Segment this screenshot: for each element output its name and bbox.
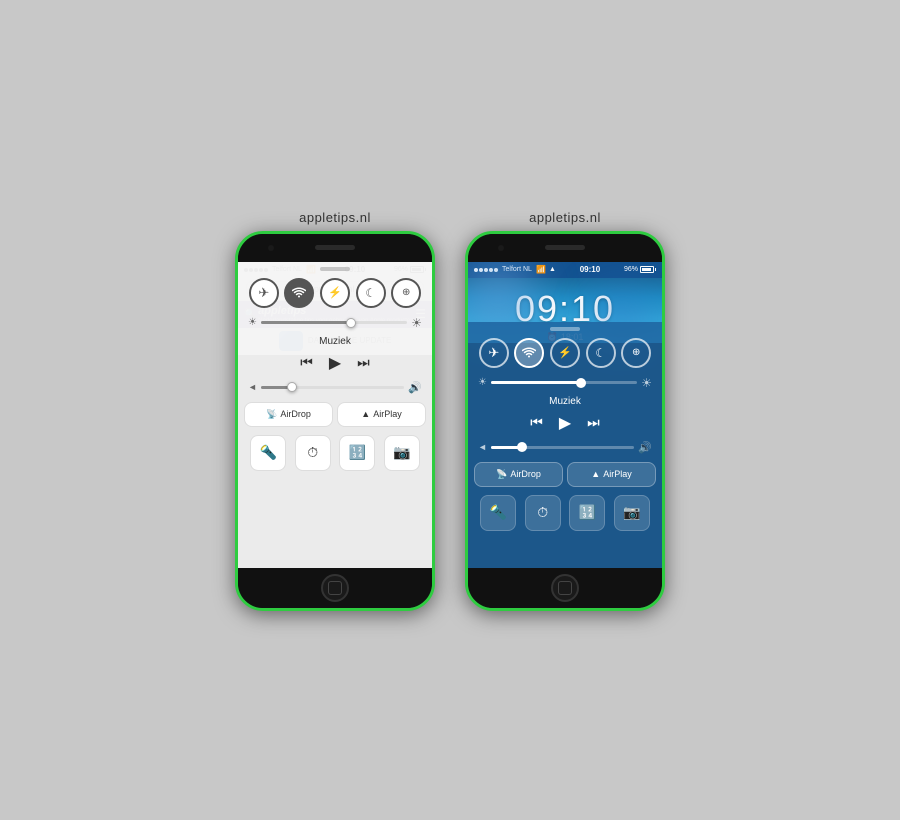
front-camera	[268, 245, 274, 251]
r-cc-brightness-row: ☀ ☀	[468, 372, 662, 394]
bluetooth-toggle-btn[interactable]: ⚡	[320, 278, 350, 308]
cc-toggles: ✈ ⚡ ☾ ⊕	[238, 278, 432, 312]
left-screen: Telfort NL 📶 09:10 96%	[238, 262, 432, 568]
r-play-btn[interactable]: ▶	[559, 413, 571, 433]
r-cc-music-controls: ⏮ ▶ ⏭	[478, 411, 652, 435]
cc-music-label: Muziek	[248, 336, 422, 347]
r-forward-btn[interactable]: ⏭	[587, 414, 600, 431]
right-phone-top-bezel	[468, 234, 662, 262]
r-brightness-thumb[interactable]	[576, 378, 586, 388]
control-center-dark[interactable]: ✈ ⚡ ☾ ⊕ ☀	[468, 322, 662, 568]
home-button-inner	[328, 581, 342, 595]
cc-brightness-row: ☀ ☀	[238, 312, 432, 334]
r-do-not-disturb-btn[interactable]: ☾	[586, 338, 616, 368]
r-rewind-btn[interactable]: ⏮	[530, 414, 543, 431]
r-rotation-lock-btn[interactable]: ⊕	[621, 338, 651, 368]
brightness-thumb[interactable]	[346, 318, 356, 328]
r-volume-slider[interactable]	[491, 446, 634, 449]
right-phone: Telfort NL 📶 ▲ 09:10 96%	[465, 231, 665, 611]
r-status-time: 09:10	[580, 265, 600, 274]
r-battery-percent: 96%	[624, 266, 638, 273]
right-speaker	[545, 245, 585, 250]
right-volume-buttons	[465, 294, 467, 328]
r-airplane-mode-btn[interactable]: ✈	[479, 338, 509, 368]
right-brand-label: appletips.nl	[529, 210, 601, 225]
left-phone: Telfort NL 📶 09:10 96%	[235, 231, 435, 611]
r-sleep-wake-btn[interactable]	[663, 314, 665, 334]
r-volume-down-btn[interactable]	[465, 314, 467, 328]
right-phone-wrapper: appletips.nl	[465, 210, 665, 611]
right-screen: Telfort NL 📶 ▲ 09:10 96%	[468, 262, 662, 568]
r-cc-music-label: Muziek	[478, 396, 652, 407]
r-volume-thumb[interactable]	[517, 442, 527, 452]
right-phone-bottom	[468, 568, 662, 608]
r-wifi-toggle-btn[interactable]	[514, 338, 544, 368]
r-volume-low-icon: ◄	[478, 442, 487, 452]
r-cc-handle	[550, 327, 580, 331]
r-flashlight-btn[interactable]: 🔦	[480, 495, 516, 531]
r-timer-btn[interactable]: ⏱	[525, 495, 561, 531]
r-airdrop-btn[interactable]: 📡 AirDrop	[474, 462, 563, 487]
do-not-disturb-btn[interactable]: ☾	[356, 278, 386, 308]
home-button-right[interactable]	[551, 574, 579, 602]
rotation-lock-btn[interactable]: ⊕	[391, 278, 421, 308]
play-btn[interactable]: ▶	[329, 353, 341, 355]
r-airdrop-icon: 📡	[496, 469, 507, 480]
cc-music-controls: ⏮ ▶ ⏭	[248, 351, 422, 355]
r-gps-icon: ▲	[549, 266, 556, 273]
brightness-high-icon: ☀	[411, 316, 422, 330]
r-volume-up-btn[interactable]	[465, 294, 467, 308]
r-brightness-fill	[491, 381, 579, 384]
r-calculator-icon: 🔢	[579, 504, 596, 521]
r-volume-high-icon: 🔊	[638, 441, 652, 454]
browser-content: appletips.nl ↻ 🔍 appletips Nederlandstal…	[238, 278, 432, 355]
r-airplay-label: AirPlay	[603, 469, 632, 479]
r-cc-music-section: Muziek ⏮ ▶ ⏭	[468, 394, 662, 439]
r-brightness-slider[interactable]	[491, 381, 637, 384]
rewind-btn[interactable]: ⏮	[300, 354, 313, 355]
r-brightness-high-icon: ☀	[641, 376, 652, 390]
r-camera-btn[interactable]: 📷	[614, 495, 650, 531]
r-cc-volume-row: ◄ 🔊	[468, 439, 662, 458]
r-airplay-icon: ▲	[591, 469, 600, 479]
brightness-fill	[261, 321, 349, 324]
left-phone-bottom	[238, 568, 432, 608]
r-calculator-btn[interactable]: 🔢	[569, 495, 605, 531]
speaker	[315, 245, 355, 250]
wifi-toggle-btn[interactable]	[284, 278, 314, 308]
phone-top-bezel	[238, 234, 432, 262]
sleep-wake-btn[interactable]	[433, 314, 435, 334]
control-center-light[interactable]: ✈ ⚡ ☾ ⊕	[238, 278, 432, 355]
r-battery-icon	[640, 266, 656, 273]
left-phone-wrapper: appletips.nl	[235, 210, 435, 611]
r-bluetooth-toggle-btn[interactable]: ⚡	[550, 338, 580, 368]
r-cc-handle-area	[468, 322, 662, 334]
r-cc-airdrop-airplay-row: 📡 AirDrop ▲ AirPlay	[474, 462, 656, 487]
cc-music-section: Muziek ⏮ ▶ ⏭	[238, 334, 432, 355]
wifi-toggle-icon	[292, 287, 306, 299]
r-timer-icon: ⏱	[537, 504, 548, 521]
forward-btn[interactable]: ⏭	[357, 354, 370, 355]
left-volume-buttons	[235, 294, 237, 328]
r-brightness-low-icon: ☀	[478, 377, 487, 388]
r-airdrop-label: AirDrop	[510, 469, 541, 479]
r-airplay-btn[interactable]: ▲ AirPlay	[567, 462, 656, 487]
r-cc-app-shortcuts: 🔦 ⏱ 🔢 📷	[468, 491, 662, 539]
volume-up-btn[interactable]	[235, 294, 237, 308]
r-cc-toggles: ✈ ⚡ ☾ ⊕	[468, 334, 662, 372]
r-status-right: 96%	[624, 266, 656, 273]
r-flashlight-icon: 🔦	[490, 504, 507, 521]
r-wifi-toggle-icon	[522, 347, 536, 359]
airplane-mode-btn[interactable]: ✈	[249, 278, 279, 308]
r-wifi-icon: 📶	[536, 265, 546, 274]
r-camera-icon: 📷	[623, 504, 640, 521]
brightness-slider[interactable]	[261, 321, 407, 324]
home-button-left[interactable]	[321, 574, 349, 602]
r-home-button-inner	[558, 581, 572, 595]
right-front-camera	[498, 245, 504, 251]
left-brand-label: appletips.nl	[299, 210, 371, 225]
volume-down-btn[interactable]	[235, 314, 237, 328]
brightness-low-icon: ☀	[248, 317, 257, 328]
r-volume-fill	[491, 446, 520, 449]
